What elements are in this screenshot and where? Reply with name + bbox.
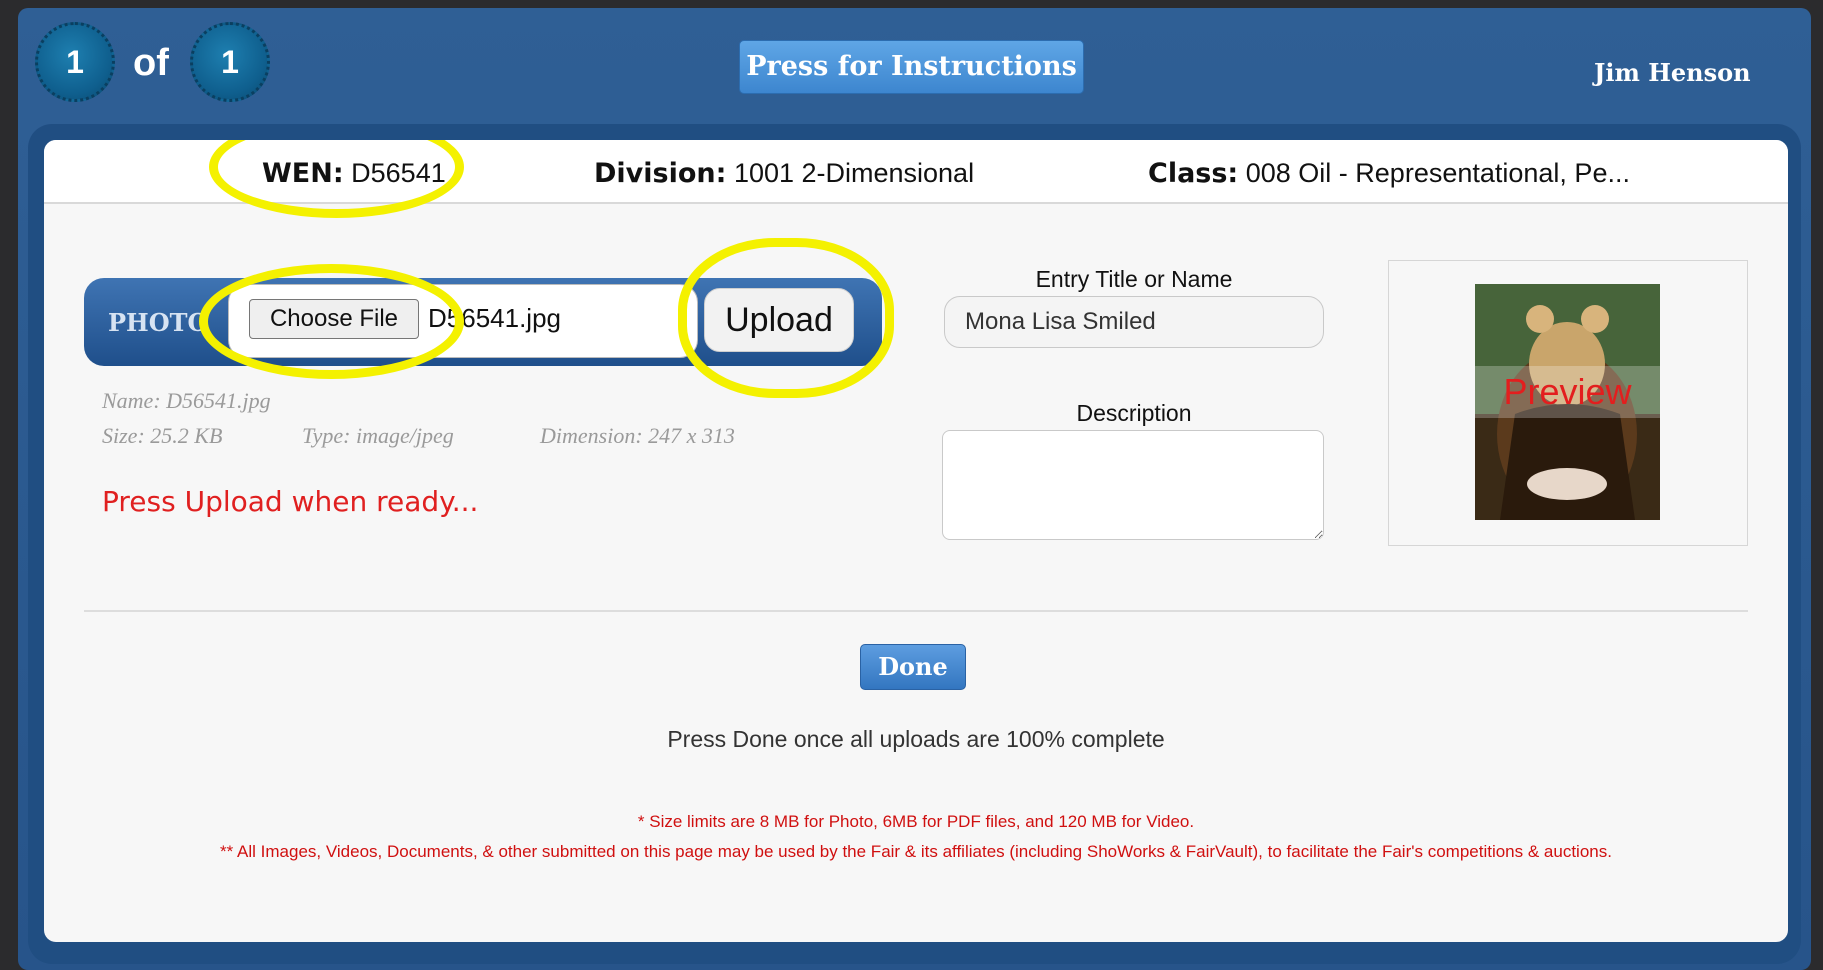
wen-value: D56541 — [351, 158, 446, 188]
current-page-badge: 1 — [35, 22, 115, 102]
file-size-info: Size: 25.2 KB — [102, 423, 223, 448]
section-divider — [84, 610, 1748, 612]
entry-title-label: Entry Title or Name — [1035, 266, 1233, 292]
division-info: Division: 1001 2-Dimensional — [594, 158, 974, 189]
selected-file-name: D56541.jpg — [428, 303, 561, 333]
usage-note: ** All Images, Videos, Documents, & othe… — [220, 842, 1612, 861]
done-hint: Press Done once all uploads are 100% com… — [667, 726, 1165, 752]
upload-button[interactable]: Upload — [704, 288, 854, 352]
done-button[interactable]: Done — [860, 644, 966, 690]
file-dimension-info: Dimension: 247 x 313 — [540, 423, 735, 448]
division-value: 1001 2-Dimensional — [733, 158, 975, 188]
wen-info: WEN: D56541 — [262, 158, 446, 189]
user-name: Jim Henson — [1594, 58, 1751, 87]
upload-panel: WEN: D56541 Division: 1001 2-Dimensional… — [44, 140, 1788, 942]
instructions-button[interactable]: Press for Instructions — [739, 40, 1084, 94]
class-info: Class: 008 Oil - Representational, Pe... — [1148, 158, 1630, 189]
file-type-info: Type: image/jpeg — [302, 423, 454, 448]
entry-title-input[interactable] — [944, 296, 1324, 348]
class-value: 008 Oil - Representational, Pe... — [1245, 158, 1630, 188]
choose-file-button[interactable]: Choose File — [249, 299, 419, 339]
description-label: Description — [1076, 400, 1192, 426]
total-pages-badge: 1 — [190, 22, 270, 102]
preview-label: Preview — [1475, 366, 1660, 418]
division-label: Division: — [594, 158, 727, 189]
class-label: Class: — [1148, 158, 1239, 189]
entry-info-bar: WEN: D56541 Division: 1001 2-Dimensional… — [44, 140, 1788, 204]
photo-label: PHOTO — [108, 308, 209, 337]
wen-label: WEN: — [262, 158, 344, 189]
file-name-info: Name: D56541.jpg — [102, 388, 271, 413]
page-of-label: of — [133, 42, 169, 84]
description-textarea[interactable] — [942, 430, 1324, 540]
size-limit-note: * Size limits are 8 MB for Photo, 6MB fo… — [637, 812, 1195, 831]
upload-status-message: Press Upload when ready... — [102, 485, 479, 518]
